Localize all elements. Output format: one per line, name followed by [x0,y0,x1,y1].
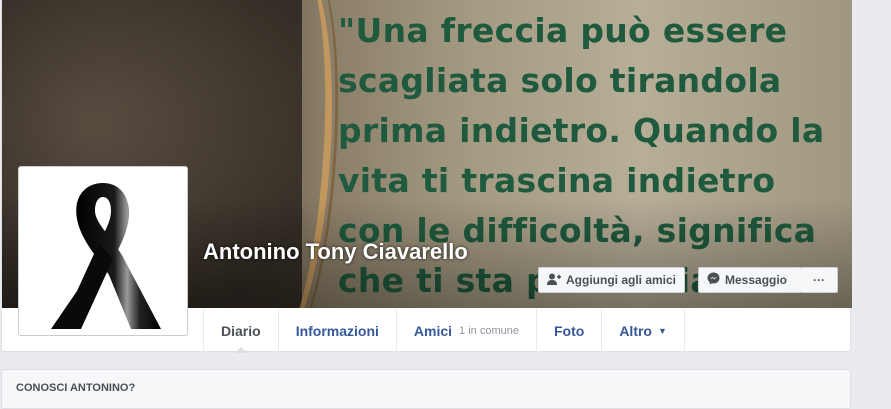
black-ribbon-icon [23,171,183,331]
message-button[interactable]: Messaggio [698,267,802,293]
add-friend-icon [547,273,561,288]
tab-diario[interactable]: Diario [203,309,279,353]
more-options-button[interactable]: ··· [801,267,838,293]
add-friend-label: Aggiungi agli amici [566,273,677,287]
message-label: Messaggio [725,273,788,287]
tab-label: Diario [221,322,261,339]
add-friend-button[interactable]: Aggiungi agli amici [538,267,685,293]
more-dots-icon: ··· [813,273,825,287]
tab-label: Foto [553,322,585,339]
tab-foto[interactable]: Foto [537,309,603,352]
profile-name[interactable]: Antonino Tony Ciavarello [203,238,503,266]
know-person-box: CONOSCI ANTONINO? [1,369,851,409]
profile-header-card: "Una freccia può essere scagliata solo t… [1,0,852,353]
tab-amici[interactable]: Amici 1 in comune [397,309,537,352]
avatar[interactable] [18,166,188,336]
mutual-friends-count: 1 in comune [459,324,519,337]
messenger-icon [707,272,720,288]
tab-label: Altro [619,322,652,339]
tab-label: Informazioni [295,322,379,339]
tab-label: Amici [413,322,453,339]
profile-nav: Diario Informazioni Amici 1 in comune Fo… [203,309,685,353]
know-person-title: CONOSCI ANTONINO? [16,382,136,394]
tab-altro[interactable]: Altro ▼ [602,309,685,352]
chevron-down-icon: ▼ [657,325,667,336]
tab-informazioni[interactable]: Informazioni [279,309,397,352]
